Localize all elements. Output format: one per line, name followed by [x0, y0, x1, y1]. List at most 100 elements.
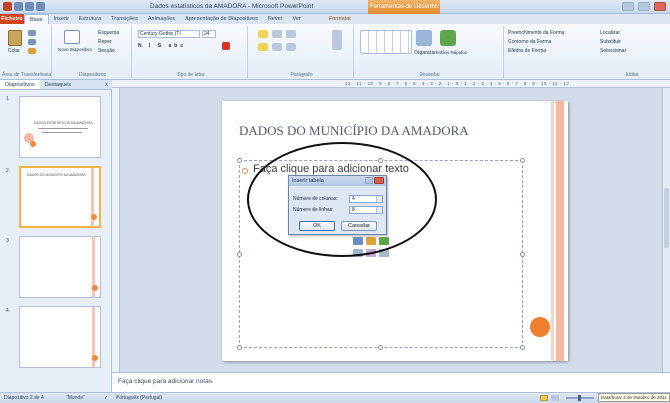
bullets-icon[interactable]	[258, 30, 268, 38]
tab-design[interactable]: Estrutura	[74, 14, 106, 24]
tab-view[interactable]: Ver	[288, 14, 306, 24]
new-slide-label[interactable]: Novo Diapositivo	[58, 47, 92, 52]
language[interactable]: Português (Portugal)	[116, 395, 162, 401]
notes-pane[interactable]: Faça clique para adicionar notas	[112, 372, 670, 392]
reset-button[interactable]: Repor	[98, 39, 112, 45]
help-button[interactable]	[365, 177, 373, 184]
new-slide-icon[interactable]	[64, 30, 80, 44]
powerpoint-logo-icon[interactable]	[3, 2, 12, 11]
date-time-tooltip: Data/hora: 4 de Outubro de 2011	[598, 393, 670, 402]
tab-transitions[interactable]: Transições	[106, 14, 143, 24]
resize-handle[interactable]	[237, 158, 242, 163]
zoom-slider-knob[interactable]	[578, 395, 581, 401]
shapes-gallery[interactable]	[360, 30, 412, 54]
quick-styles-icon[interactable]	[440, 30, 456, 46]
ribbon: Colar Área de Transferência Novo Diaposi…	[0, 24, 670, 80]
arrange-label[interactable]: Organizar	[414, 50, 436, 56]
save-icon[interactable]	[14, 2, 23, 11]
group-slides: Novo Diapositivo Esquema Repor Secção Di…	[54, 26, 132, 78]
slide-thumbnail-3[interactable]	[19, 236, 101, 298]
align-left-icon[interactable]	[258, 43, 268, 51]
window-controls	[622, 2, 666, 11]
group-label-font: Tipo de letra	[176, 72, 205, 78]
resize-handle[interactable]	[237, 252, 242, 257]
resize-handle[interactable]	[378, 345, 383, 350]
thumb-line	[42, 132, 82, 133]
paste-icon[interactable]	[8, 30, 22, 46]
resize-handle[interactable]	[237, 345, 242, 350]
shape-fill-button[interactable]: Preenchimento da Forma	[508, 30, 564, 36]
tab-slides[interactable]: Diapositivos	[0, 80, 40, 89]
thumb-line	[38, 128, 88, 129]
minimize-button[interactable]	[622, 2, 634, 11]
rows-label: Número de linhas:	[293, 207, 334, 213]
slide-number: 4	[6, 308, 9, 314]
paste-label[interactable]: Colar	[8, 48, 20, 54]
rows-spinner[interactable]: 8	[349, 206, 383, 214]
quick-access-toolbar	[3, 2, 45, 11]
close-pane-icon[interactable]: x	[105, 80, 112, 89]
group-drawing: Organizar Estilos Rápidos Desenho	[356, 26, 504, 78]
cut-icon[interactable]	[28, 30, 36, 36]
select-button[interactable]: Seleccionar	[600, 48, 626, 54]
slide-thumbnail-4[interactable]	[19, 306, 101, 368]
slide-sorter-icon[interactable]	[551, 395, 559, 401]
indent-icon[interactable]	[286, 30, 296, 38]
spell-check-icon[interactable]: ✓	[104, 395, 108, 401]
redo-icon[interactable]	[36, 2, 45, 11]
cancel-button[interactable]: Cancelar	[341, 221, 377, 231]
slide-thumbnail-1[interactable]: DADOS ESTATÍSTICOS DA AMADORA	[19, 96, 101, 158]
dialog-close-button[interactable]	[374, 177, 384, 184]
title-bar: Dados estatísticos da AMADORA - Microsof…	[0, 0, 670, 14]
slide-thumbnail-2[interactable]: DADOS DO MUNICÍPIO DA AMADORA	[19, 166, 101, 228]
tab-home[interactable]: Base	[24, 14, 49, 24]
tab-insert[interactable]: Inserir	[49, 14, 74, 24]
text-direction-icon[interactable]	[332, 30, 342, 50]
tab-format[interactable]: Formatar	[324, 14, 356, 24]
undo-icon[interactable]	[25, 2, 34, 11]
slide-number: 1	[6, 96, 9, 102]
copy-icon[interactable]	[28, 39, 36, 45]
ok-button[interactable]: OK	[299, 221, 335, 231]
tab-file[interactable]: Ficheiro	[0, 14, 24, 24]
close-button[interactable]	[654, 2, 666, 11]
layout-button[interactable]: Esquema	[98, 30, 119, 36]
slide-position: Diapositivo 2 de 4	[4, 395, 44, 401]
slide-title[interactable]: DADOS DO MUNICÍPIO DA AMADORA	[239, 123, 469, 139]
columns-spinner[interactable]: 4	[349, 195, 383, 203]
replace-button[interactable]: Substituir	[600, 39, 621, 45]
slide-number: 2	[6, 168, 9, 174]
font-color-icon[interactable]	[222, 42, 230, 50]
numbering-icon[interactable]	[272, 30, 282, 38]
font-name-box[interactable]: Century Gothic (Tí	[138, 30, 200, 38]
resize-handle[interactable]	[520, 252, 525, 257]
font-format-buttons[interactable]: N I S abc	[138, 43, 186, 49]
resize-handle[interactable]	[520, 158, 525, 163]
section-button[interactable]: Secção	[98, 48, 115, 54]
tab-slideshow[interactable]: Apresentação de Diapositivos	[180, 14, 263, 24]
font-size-box[interactable]: 24	[202, 30, 216, 38]
resize-handle[interactable]	[520, 345, 525, 350]
tab-review[interactable]: Rever	[263, 14, 288, 24]
group-paragraph: Parágrafo	[250, 26, 354, 78]
align-center-icon[interactable]	[272, 43, 282, 51]
notes-placeholder[interactable]: Faça clique para adicionar notas	[118, 378, 212, 385]
scrollbar-thumb[interactable]	[664, 188, 669, 248]
maximize-button[interactable]	[638, 2, 650, 11]
group-label-drawing: Desenho	[419, 72, 440, 78]
vertical-scrollbar[interactable]	[662, 88, 670, 372]
group-label-slides: Diapositivos	[79, 72, 106, 78]
format-painter-icon[interactable]	[28, 48, 36, 54]
horizontal-ruler: 12 · 11 · 10 · 9 · 8 · 7 · 6 · 5 · 4 · 3…	[112, 80, 670, 88]
tab-animations[interactable]: Animações	[143, 14, 180, 24]
arrange-icon[interactable]	[416, 30, 432, 46]
shape-outline-button[interactable]: Contorno da Forma	[508, 39, 551, 45]
normal-view-icon[interactable]	[540, 395, 548, 401]
tab-outline[interactable]: Destaques	[40, 80, 76, 89]
quick-styles-label[interactable]: Estilos Rápidos	[436, 50, 467, 55]
align-right-icon[interactable]	[286, 43, 296, 51]
find-button[interactable]: Localizar	[600, 30, 620, 36]
shape-effects-button[interactable]: Efeitos de Forma	[508, 48, 546, 54]
ruler-ticks: 12 · 11 · 10 · 9 · 8 · 7 · 6 · 5 · 4 · 3…	[345, 81, 570, 86]
thumb-dot	[91, 214, 97, 220]
